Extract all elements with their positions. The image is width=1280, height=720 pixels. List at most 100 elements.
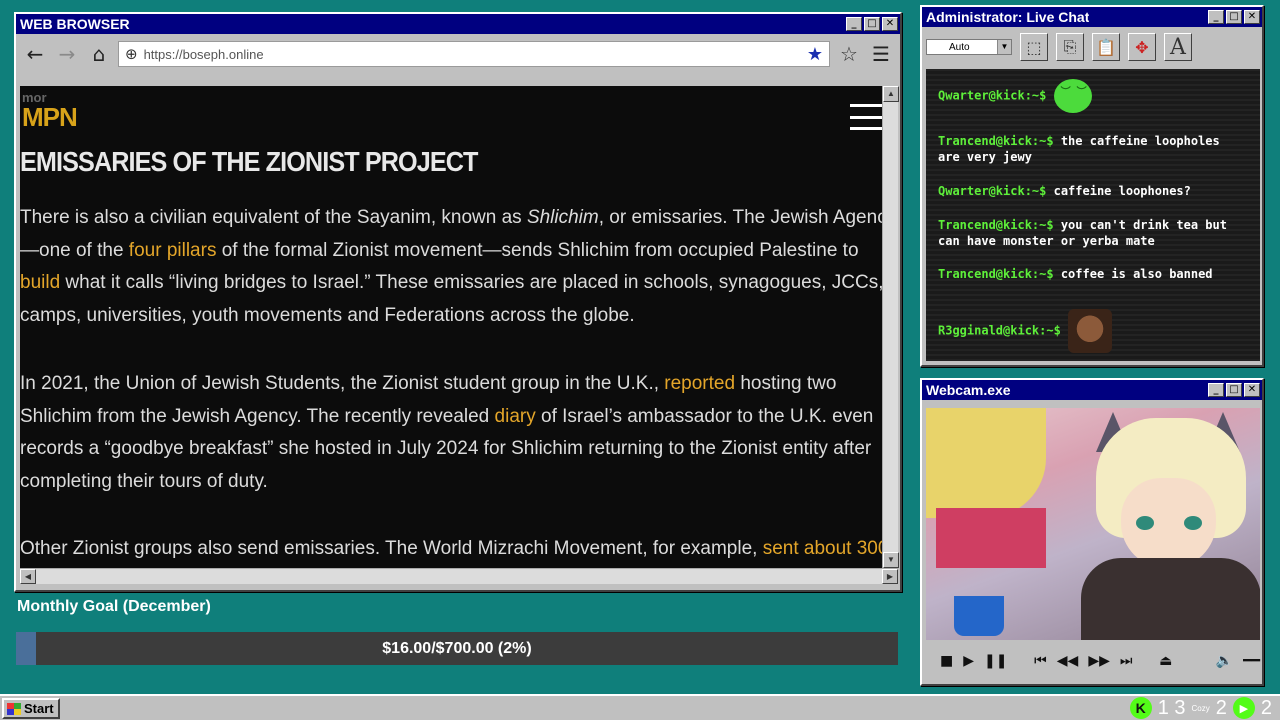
- play-count: 2: [1260, 696, 1272, 719]
- browser-title: WEB BROWSER: [20, 16, 130, 32]
- system-tray: K 1 3 Cozy 2 ▶ 2: [1129, 696, 1280, 720]
- stop-icon[interactable]: ■: [940, 653, 953, 669]
- forward-icon[interactable]: →: [54, 41, 80, 67]
- browser-navbar: ← → ⌂ ⊕ ★ ☆ ☰: [16, 34, 900, 74]
- article-line: Shlichim from the Jewish Agency. The rec…: [20, 401, 882, 434]
- taskbar: Start K 1 3 Cozy 2 ▶ 2: [0, 694, 1280, 720]
- maximize-button[interactable]: □: [1226, 383, 1242, 397]
- site-menu-icon[interactable]: [850, 104, 882, 130]
- scroll-right-icon[interactable]: ▶: [882, 569, 898, 584]
- volume-slider[interactable]: ━━: [1243, 653, 1260, 669]
- url-input[interactable]: [143, 46, 801, 62]
- article-line: build what it calls “living bridges to I…: [20, 267, 882, 300]
- chat-message: R3gginald@kick:~$: [938, 309, 1248, 353]
- volume-icon[interactable]: 🔈: [1216, 653, 1233, 669]
- chat-toolbar: Auto ▼ ⬚ ⎘ 📋 ✥ A: [922, 27, 1262, 67]
- article-text: In 2021, the Union of Jewish Students, t…: [20, 373, 665, 394]
- skip-back-icon[interactable]: ⏮: [1034, 653, 1047, 669]
- close-button[interactable]: ✕: [1244, 10, 1260, 24]
- article-text: of Israel’s ambassador to the U.K. even: [535, 405, 874, 427]
- bookmark-star-icon[interactable]: ★: [807, 44, 823, 65]
- chat-username[interactable]: Qwarter@kick:~$: [938, 89, 1046, 103]
- horizontal-scrollbar[interactable]: ◀ ▶: [20, 568, 898, 584]
- viewer-count: 1 3: [1157, 696, 1186, 719]
- article-text: hosting two: [735, 373, 837, 394]
- article-line: In 2021, the Union of Jewish Students, t…: [20, 368, 882, 401]
- chat-message: Trancend@kick:~$ you can't drink tea but…: [938, 217, 1248, 249]
- start-button[interactable]: Start: [2, 698, 60, 719]
- scroll-up-icon[interactable]: ▲: [883, 86, 899, 102]
- article-heading: EMISSARIES OF THE ZIONIST PROJECT: [20, 146, 478, 177]
- chat-window: Administrator: Live Chat _ □ ✕ Auto ▼ ⬚ …: [920, 5, 1264, 367]
- close-button[interactable]: ✕: [1244, 383, 1260, 397]
- pause-icon[interactable]: ❚❚: [984, 653, 1007, 669]
- fast-forward-icon[interactable]: ▶▶: [1088, 653, 1110, 669]
- article-text: —one of the: [20, 239, 129, 261]
- rewind-icon[interactable]: ◀◀: [1057, 653, 1079, 669]
- article-paragraph: There is also a civilian equivalent of t…: [20, 202, 882, 332]
- mug-image: [954, 596, 1004, 636]
- article-text: Other Zionist groups also send emissarie…: [20, 538, 763, 559]
- article-link[interactable]: sent about 300: [763, 538, 882, 559]
- back-icon[interactable]: ←: [22, 41, 48, 67]
- chat-message: Trancend@kick:~$ coffee is also banned: [938, 266, 1248, 282]
- menu-icon[interactable]: ☰: [868, 41, 894, 67]
- avatar: [1076, 412, 1260, 640]
- font-icon[interactable]: A: [1164, 33, 1192, 61]
- article-link[interactable]: build: [20, 272, 60, 293]
- scroll-down-icon[interactable]: ▼: [883, 552, 899, 568]
- move-icon[interactable]: ✥: [1128, 33, 1156, 61]
- chat-username[interactable]: Trancend@kick:~$: [938, 218, 1054, 232]
- minimize-button[interactable]: _: [1208, 10, 1224, 24]
- article-text: completing their tours of duty.: [20, 470, 268, 492]
- chat-username[interactable]: R3gginald@kick:~$: [938, 324, 1061, 338]
- maximize-button[interactable]: □: [1226, 10, 1242, 24]
- article-link[interactable]: diary: [495, 406, 536, 427]
- scroll-left-icon[interactable]: ◀: [20, 569, 36, 584]
- article-link[interactable]: reported: [664, 373, 735, 394]
- article-paragraph: Other Zionist groups also send emissarie…: [20, 533, 882, 566]
- maximize-button[interactable]: □: [864, 17, 880, 31]
- kick-icon: K: [1129, 697, 1152, 719]
- face-emote: [1068, 309, 1113, 353]
- play-icon: ▶: [1232, 697, 1255, 719]
- webcam-feed: [926, 408, 1260, 640]
- copy-icon[interactable]: ⎘: [1056, 33, 1084, 61]
- home-icon[interactable]: ⌂: [86, 41, 112, 67]
- chat-username[interactable]: Trancend@kick:~$: [938, 267, 1054, 281]
- webcam-titlebar[interactable]: Webcam.exe _ □ ✕: [922, 380, 1262, 400]
- chevron-down-icon: ▼: [997, 40, 1011, 54]
- chat-log[interactable]: Qwarter@kick:~$ Trancend@kick:~$ the caf…: [926, 69, 1260, 361]
- select-icon[interactable]: ⬚: [1020, 33, 1048, 61]
- minimize-button[interactable]: _: [846, 17, 862, 31]
- page-viewport: mor MPN EMISSARIES OF THE ZIONIST PROJEC…: [20, 86, 882, 568]
- browser-titlebar[interactable]: WEB BROWSER _ □ ✕: [16, 14, 900, 34]
- article-paragraph: In 2021, the Union of Jewish Students, t…: [20, 368, 882, 498]
- play-icon[interactable]: ▶: [963, 653, 974, 669]
- webcam-window: Webcam.exe _ □ ✕ ■ ▶ ❚❚ ⏮ ◀◀ ▶▶ ⏭ ⏏ 🔈 ━━: [920, 378, 1264, 686]
- article-link[interactable]: four pillars: [129, 240, 217, 261]
- chat-text: [1061, 324, 1068, 338]
- chat-text: coffee is also banned: [1053, 267, 1213, 281]
- vertical-scrollbar[interactable]: ▲ ▼: [882, 86, 899, 568]
- chat-titlebar[interactable]: Administrator: Live Chat _ □ ✕: [922, 7, 1262, 27]
- close-button[interactable]: ✕: [882, 17, 898, 31]
- article-text: camps, universities, youth movements and…: [20, 304, 635, 326]
- article-text: Shlichim from the Jewish Agency. The rec…: [20, 405, 495, 427]
- font-size-select[interactable]: Auto ▼: [926, 39, 1012, 55]
- skip-forward-icon[interactable]: ⏭: [1120, 653, 1133, 669]
- eject-icon[interactable]: ⏏: [1159, 653, 1172, 669]
- chat-text: [1046, 89, 1053, 103]
- goal-amount: $16.00/$700.00 (2%): [382, 639, 532, 657]
- chat-username[interactable]: Trancend@kick:~$: [938, 134, 1054, 148]
- goal-progress-bar: $16.00/$700.00 (2%): [16, 632, 898, 665]
- chat-username[interactable]: Qwarter@kick:~$: [938, 184, 1046, 198]
- article-line: records a “goodbye breakfast” she hosted…: [20, 433, 882, 466]
- paste-icon[interactable]: 📋: [1092, 33, 1120, 61]
- site-logo[interactable]: mor MPN: [22, 90, 80, 134]
- chat-title: Administrator: Live Chat: [926, 9, 1090, 25]
- minimize-button[interactable]: _: [1208, 383, 1224, 397]
- article-text: There is also a civilian equivalent of t…: [20, 207, 527, 228]
- cozy-count: 2: [1215, 696, 1227, 719]
- favorites-star-icon[interactable]: ☆: [836, 41, 862, 67]
